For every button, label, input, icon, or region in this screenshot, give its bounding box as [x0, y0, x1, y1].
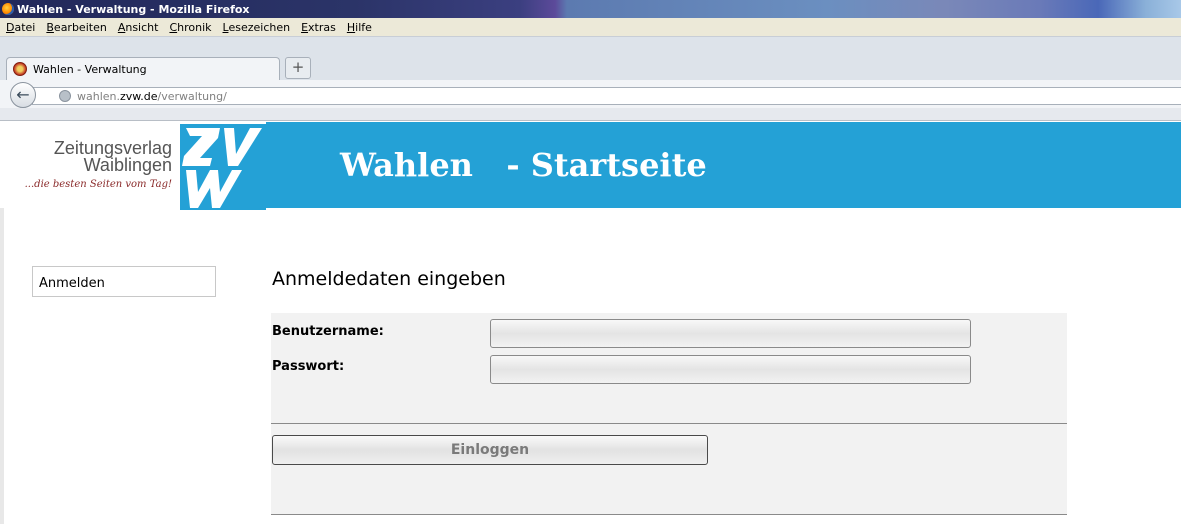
page-title: Wahlen - Startseite [340, 146, 707, 184]
menu-item-hilfe[interactable]: Hilfe [347, 21, 372, 34]
menu-item-bearbeiten[interactable]: Bearbeiten [46, 21, 106, 34]
logo-text[interactable]: Zeitungsverlag Waiblingen ...die besten … [20, 139, 172, 193]
username-label: Benutzername: [272, 324, 384, 339]
address-bar[interactable]: wahlen. zvw.de/verwaltung/ [32, 87, 1181, 105]
password-label: Passwort: [272, 359, 345, 374]
browser-tab[interactable]: Wahlen - Verwaltung [6, 57, 280, 80]
logo-slogan: ...die besten Seiten vom Tag! [24, 179, 172, 190]
menu-item-datei[interactable]: Datei [6, 21, 35, 34]
password-input[interactable] [490, 355, 971, 384]
window-titlebar: Wahlen - Verwaltung - Mozilla Firefox [0, 0, 1181, 18]
new-tab-button[interactable]: + [285, 57, 311, 79]
window-title: Wahlen - Verwaltung - Mozilla Firefox [17, 2, 250, 16]
url-host-prefix: wahlen. [77, 89, 121, 103]
url-domain: zvw.de [120, 89, 158, 103]
menu-bar: Datei Bearbeiten Ansicht Chronik Lesezei… [0, 18, 1181, 36]
globe-icon [59, 90, 71, 102]
login-heading: Anmeldedaten eingeben [272, 268, 506, 290]
sidebar-item-anmelden[interactable]: Anmelden [32, 266, 216, 297]
login-button[interactable]: Einloggen [272, 435, 708, 465]
menu-item-lesezeichen[interactable]: Lesezeichen [223, 21, 291, 34]
tab-strip: Wahlen - Verwaltung + [0, 36, 1181, 81]
username-input[interactable] [490, 319, 971, 348]
menu-item-extras[interactable]: Extras [301, 21, 336, 34]
url-path: /verwaltung/ [157, 89, 227, 103]
menu-item-ansicht[interactable]: Ansicht [118, 21, 159, 34]
firefox-icon [2, 3, 14, 15]
menu-item-chronik[interactable]: Chronik [169, 21, 211, 34]
page-header: Zeitungsverlag Waiblingen ...die besten … [0, 122, 1181, 210]
logo-line-2: Waiblingen [83, 155, 172, 175]
zvw-logo[interactable] [180, 124, 266, 210]
back-button[interactable]: ← [10, 82, 36, 108]
page-left-edge [0, 208, 4, 524]
site-favicon-icon [13, 62, 27, 76]
browser-tab-label: Wahlen - Verwaltung [33, 62, 147, 76]
zvw-logo-mark [180, 124, 266, 210]
